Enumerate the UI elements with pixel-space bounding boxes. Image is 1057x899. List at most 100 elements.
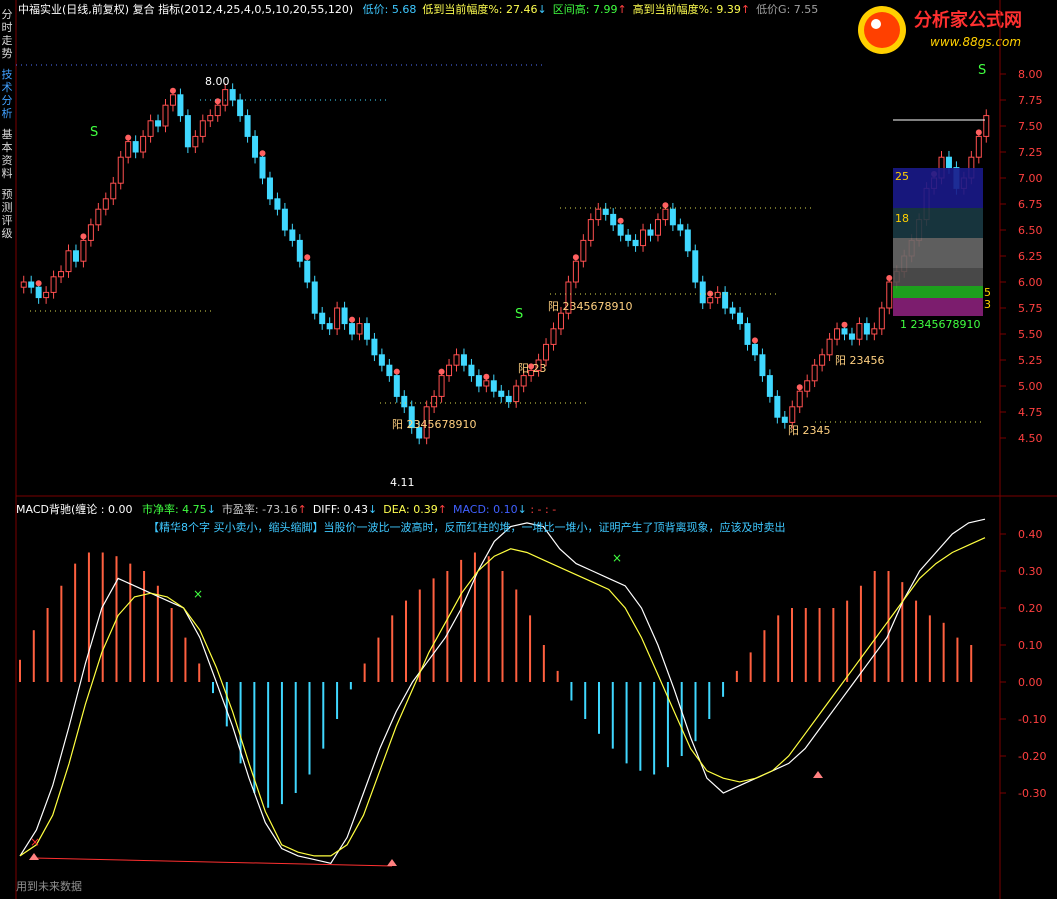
candle (28, 281, 35, 288)
candle (80, 239, 87, 262)
low-label: 4.11 (390, 476, 415, 489)
candle (371, 338, 378, 356)
price-chart[interactable]: 8.00 7.75 7.50 7.25 7.00 6.75 6.50 6.25 6.00 5.75… (0, 0, 1057, 899)
price-tick-label: 5.75 (1018, 302, 1043, 315)
divergence-line (33, 857, 393, 867)
candle (640, 229, 647, 247)
macd-stat-value: 0.39 (409, 503, 438, 516)
candle (50, 276, 57, 293)
candle (244, 115, 251, 137)
signal-dot (80, 233, 87, 240)
trend-arrow-icon: ↓ (517, 503, 527, 516)
candle (87, 224, 94, 241)
candle (483, 380, 490, 387)
yang-sequence: 阳 23456 (835, 354, 885, 367)
signal-dot (169, 87, 176, 94)
macd-tick-label: 0.00 (1018, 676, 1043, 689)
zone-box (893, 268, 983, 286)
candle (35, 286, 42, 299)
candle (737, 312, 744, 325)
candle (975, 135, 982, 158)
candle (878, 307, 885, 330)
candle (259, 156, 266, 179)
candle (811, 364, 818, 382)
macd-stat-label: 市盈率: (221, 503, 259, 516)
signal-dot (796, 384, 803, 391)
candle (707, 297, 714, 304)
macd-trail: : - : - (530, 503, 557, 516)
cross-icon: × (30, 835, 40, 849)
macd-tick-label: 0.20 (1018, 602, 1043, 615)
candle (774, 395, 781, 418)
buy-arrow-icon (387, 859, 397, 866)
candle (304, 260, 311, 283)
macd-tip: 【精华8个字 买小卖小，缩头缩脚】当股价一波比一波高时，反而红柱的堆，一堆比一堆… (148, 521, 786, 534)
candle (184, 115, 191, 148)
candle (378, 354, 385, 366)
zone-box (893, 298, 983, 316)
candle (766, 375, 773, 397)
macd-stats: 市净率: 4.75↓ 市盈率: -73.16↑ DIFF: 0.43↓ DEA: 0.… (136, 503, 527, 516)
candle (751, 343, 758, 356)
candle (498, 390, 505, 397)
candle (714, 291, 721, 299)
candle (543, 343, 550, 361)
signal-dot (349, 316, 356, 323)
candle (654, 219, 661, 236)
candle (647, 229, 654, 236)
candle (125, 141, 132, 158)
candle (274, 198, 281, 210)
candle (341, 307, 348, 325)
candle (460, 354, 467, 366)
buy-arrow-icon (29, 853, 39, 860)
candle (72, 250, 79, 262)
candle (669, 208, 676, 226)
price-tick-label: 7.25 (1018, 146, 1043, 159)
price-tick-label: 6.50 (1018, 224, 1043, 237)
price-tick-label: 6.00 (1018, 276, 1043, 289)
candle (110, 182, 117, 200)
candle (296, 239, 303, 262)
candle (699, 281, 706, 304)
candle (856, 323, 863, 340)
candle (95, 208, 102, 226)
signal-dot (438, 368, 445, 375)
candle (281, 208, 288, 231)
macd-stat-value: 0.43 (340, 503, 369, 516)
price-tick-label: 5.50 (1018, 328, 1043, 341)
signal-dot (662, 202, 669, 209)
candle (446, 364, 453, 377)
footer-note: 用到未来数据 (16, 880, 82, 893)
candle (983, 115, 990, 137)
diff-line (19, 518, 986, 864)
candle (789, 406, 796, 423)
yang-sequence: 阳 2345 (788, 424, 831, 437)
candle (20, 281, 27, 288)
signal-dot (259, 150, 266, 157)
candle (356, 323, 363, 335)
candle (863, 323, 870, 335)
candle (386, 364, 393, 377)
buy-arrow-icon (813, 771, 823, 778)
candle (102, 198, 109, 210)
candle (550, 328, 557, 345)
trend-arrow-icon: ↓ (206, 503, 216, 516)
cross-icon: × (612, 551, 622, 565)
price-tick-label: 5.00 (1018, 380, 1043, 393)
candle (520, 375, 527, 387)
zone-number: 3 (984, 298, 991, 311)
price-tick-label: 7.75 (1018, 94, 1043, 107)
candle (662, 208, 669, 221)
cross-icon: × (193, 587, 203, 601)
zone-box (893, 238, 983, 268)
macd-tick-label: 0.30 (1018, 565, 1043, 578)
price-tick-label: 4.50 (1018, 432, 1043, 445)
macd-stat: 市净率: 4.75↓ (142, 503, 216, 516)
candle (349, 323, 356, 335)
candle (572, 260, 579, 283)
signal-dot (125, 134, 132, 141)
macd-header: MACD背驰(缠论 : 0.00 市净率: 4.75↓ 市盈率: -73.16↑ D… (16, 503, 556, 516)
macd-tick-label: 0.10 (1018, 639, 1043, 652)
candle (826, 338, 833, 356)
macd-stat-value: 0.10 (489, 503, 518, 516)
